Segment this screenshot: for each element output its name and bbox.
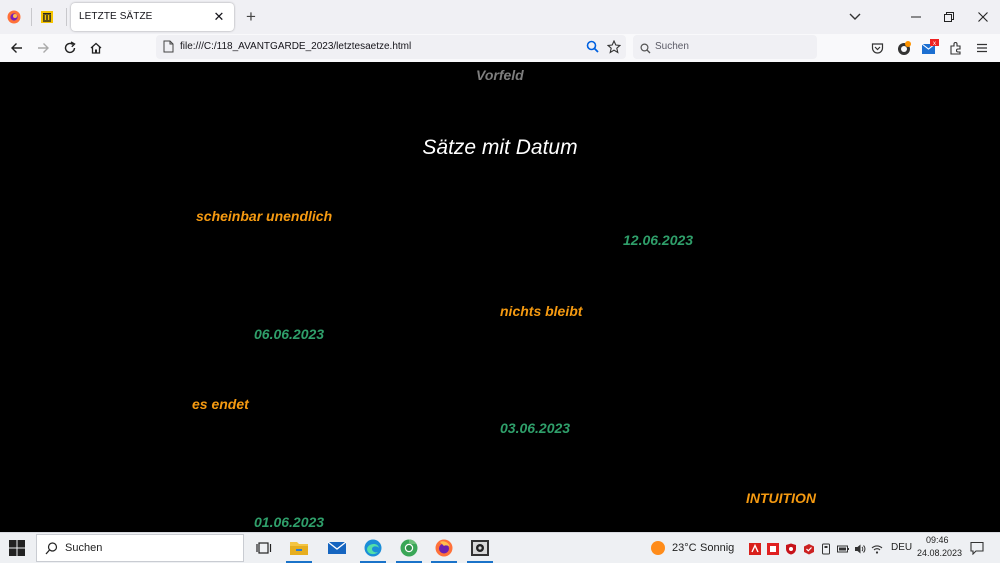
bookmark-star-icon[interactable] xyxy=(606,39,622,59)
file-icon xyxy=(163,40,174,58)
restore-icon[interactable] xyxy=(932,4,966,30)
tab-bar: LETZTE SÄTZE ✕ + xyxy=(0,0,1000,34)
tab-active[interactable]: LETZTE SÄTZE ✕ xyxy=(71,3,234,31)
security-shield-icon[interactable] xyxy=(785,542,797,555)
language-indicator[interactable]: DEU xyxy=(891,542,912,553)
page-title: Sätze mit Datum xyxy=(422,136,578,159)
minimize-icon[interactable] xyxy=(899,4,933,30)
search-icon[interactable] xyxy=(586,40,599,58)
search-icon xyxy=(45,542,58,560)
chevron-down-icon[interactable] xyxy=(845,8,865,26)
search-input: Suchen xyxy=(655,41,689,52)
tab-separator xyxy=(31,8,32,26)
reload-icon[interactable] xyxy=(60,38,80,58)
sentence-1: scheinbar unendlich xyxy=(196,208,333,224)
url-text: file:///C:/118_AVANTGARDE_2023/letztesae… xyxy=(180,41,412,52)
new-tab-icon[interactable]: + xyxy=(241,7,261,27)
taskbar-search-label: Suchen xyxy=(65,542,103,554)
sentence-2: nichts bleibt xyxy=(500,303,583,319)
clock-time[interactable]: 09:46 xyxy=(926,535,949,545)
taskbar-search[interactable]: Suchen xyxy=(36,534,244,562)
weather-temperature[interactable]: 23°C xyxy=(672,542,697,554)
clock-date[interactable]: 24.08.2023 xyxy=(917,548,962,558)
taskbar: Suchen 23°C Sonnig DEU 09:46 24.08.2023 xyxy=(0,532,1000,563)
close-window-icon[interactable] xyxy=(966,4,1000,30)
search-icon xyxy=(640,41,651,59)
usb-device-icon[interactable] xyxy=(820,542,832,555)
vpn-icon[interactable] xyxy=(767,542,779,555)
date-2: 06.06.2023 xyxy=(254,326,325,342)
sentence-3: es endet xyxy=(192,396,249,412)
date-4: 01.06.2023 xyxy=(254,514,325,530)
extensions-puzzle-icon[interactable] xyxy=(946,38,966,58)
task-view-icon[interactable] xyxy=(249,536,279,560)
mail-icon[interactable] xyxy=(322,536,352,560)
page-content: Vorfeld Sätze mit Datum scheinbar unendl… xyxy=(0,62,1000,532)
forward-icon[interactable] xyxy=(33,38,53,58)
weather-condition[interactable]: Sonnig xyxy=(700,542,734,554)
close-tab-icon[interactable]: ✕ xyxy=(210,8,228,26)
mail-extension-icon[interactable]: x xyxy=(920,38,940,58)
pinned-tab-library-icon[interactable] xyxy=(36,6,58,28)
sentence-4: INTUITION xyxy=(746,490,816,506)
firefox-view-icon[interactable] xyxy=(3,6,25,28)
antivirus-icon[interactable] xyxy=(749,542,761,555)
tab-title: LETZTE SÄTZE xyxy=(79,11,153,22)
extension-badge-icon[interactable] xyxy=(894,38,914,58)
navigation-bar: file:///C:/118_AVANTGARDE_2023/letztesae… xyxy=(0,34,1000,63)
file-explorer-icon[interactable] xyxy=(284,536,314,563)
date-1: 12.06.2023 xyxy=(623,232,694,248)
chrome-icon[interactable] xyxy=(394,536,424,563)
photo-viewer-icon[interactable] xyxy=(465,536,495,563)
weather-sun-icon[interactable] xyxy=(650,540,666,561)
menu-hamburger-icon[interactable] xyxy=(972,38,992,58)
url-bar[interactable]: file:///C:/118_AVANTGARDE_2023/letztesae… xyxy=(156,35,626,59)
notification-icon[interactable] xyxy=(970,541,984,560)
cloud-backup-icon[interactable] xyxy=(803,542,815,555)
battery-icon[interactable] xyxy=(837,542,849,554)
home-icon[interactable] xyxy=(86,38,106,58)
section-header: Vorfeld xyxy=(476,67,524,83)
firefox-icon[interactable] xyxy=(429,536,459,563)
wifi-icon[interactable] xyxy=(871,542,883,554)
pocket-icon[interactable] xyxy=(867,38,887,58)
svg-text:x: x xyxy=(933,41,936,47)
edge-icon[interactable] xyxy=(358,536,388,563)
tab-separator xyxy=(66,8,67,26)
back-icon[interactable] xyxy=(7,38,27,58)
volume-icon[interactable] xyxy=(854,542,866,554)
search-bar[interactable]: Suchen xyxy=(633,35,817,59)
windows-start-icon[interactable] xyxy=(8,539,26,557)
date-3: 03.06.2023 xyxy=(500,420,571,436)
